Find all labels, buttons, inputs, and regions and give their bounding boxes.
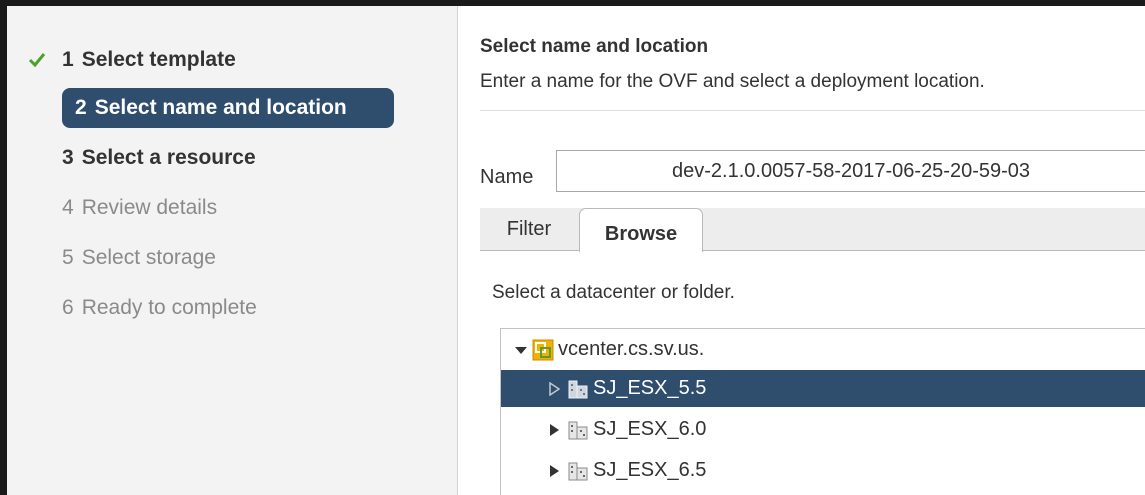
datacenter-icon (568, 421, 588, 439)
datacenter-icon (568, 462, 588, 480)
wizard-content: Select name and location Enter a name fo… (458, 6, 1145, 495)
step-select-name-and-location[interactable]: 2 Select name and location (62, 88, 394, 128)
step-label: Ready to complete (81, 296, 257, 319)
step-label: Review details (81, 196, 218, 219)
step-select-resource[interactable]: 3 Select a resource (62, 138, 256, 178)
name-label: Name (480, 166, 534, 188)
wizard-dialog: 1 Select template 2 Select name and loca… (0, 0, 1145, 495)
divider (480, 110, 1145, 111)
page-title: Select name and location (480, 36, 709, 57)
expanded-arrow-icon[interactable] (514, 343, 528, 357)
step-review-details: 4 Review details (62, 196, 218, 219)
tab-filter[interactable]: Filter (480, 208, 578, 251)
inventory-tree: vcenter.cs.sv.us. SJ_ESX_5.5 SJ_ESX_6.0 … (500, 328, 1145, 495)
name-input[interactable] (556, 150, 1145, 192)
collapsed-arrow-icon[interactable] (547, 381, 561, 396)
browse-hint: Select a datacenter or folder. (492, 282, 735, 303)
page-description: Enter a name for the OVF and select a de… (480, 71, 985, 92)
tree-node-vcenter[interactable]: vcenter.cs.sv.us. (501, 331, 1145, 368)
datacenter-icon (568, 380, 588, 398)
step-select-storage: 5 Select storage (62, 246, 216, 269)
tree-node-sj-esx-5-5[interactable]: SJ_ESX_5.5 (501, 370, 1145, 407)
collapsed-arrow-icon[interactable] (547, 464, 561, 478)
tab-browse[interactable]: Browse (579, 208, 703, 252)
tree-node-sj-esx-6-0[interactable]: SJ_ESX_6.0 (501, 411, 1145, 448)
wizard-step-nav: 1 Select template 2 Select name and loca… (7, 6, 458, 495)
tree-node-sj-esx-6-5[interactable]: SJ_ESX_6.5 (501, 452, 1145, 489)
location-tabs: Filter Browse (480, 208, 1145, 252)
checkmark-icon (28, 53, 46, 68)
step-label: Select name and location (94, 96, 347, 119)
collapsed-arrow-icon[interactable] (547, 423, 561, 437)
step-label: Select storage (81, 246, 216, 269)
step-label: Select a resource (81, 146, 256, 169)
step-label: Select template (81, 48, 236, 71)
vcenter-icon (532, 339, 554, 360)
step-ready-to-complete: 6 Ready to complete (62, 296, 257, 319)
step-select-template[interactable]: 1 Select template (62, 40, 236, 80)
